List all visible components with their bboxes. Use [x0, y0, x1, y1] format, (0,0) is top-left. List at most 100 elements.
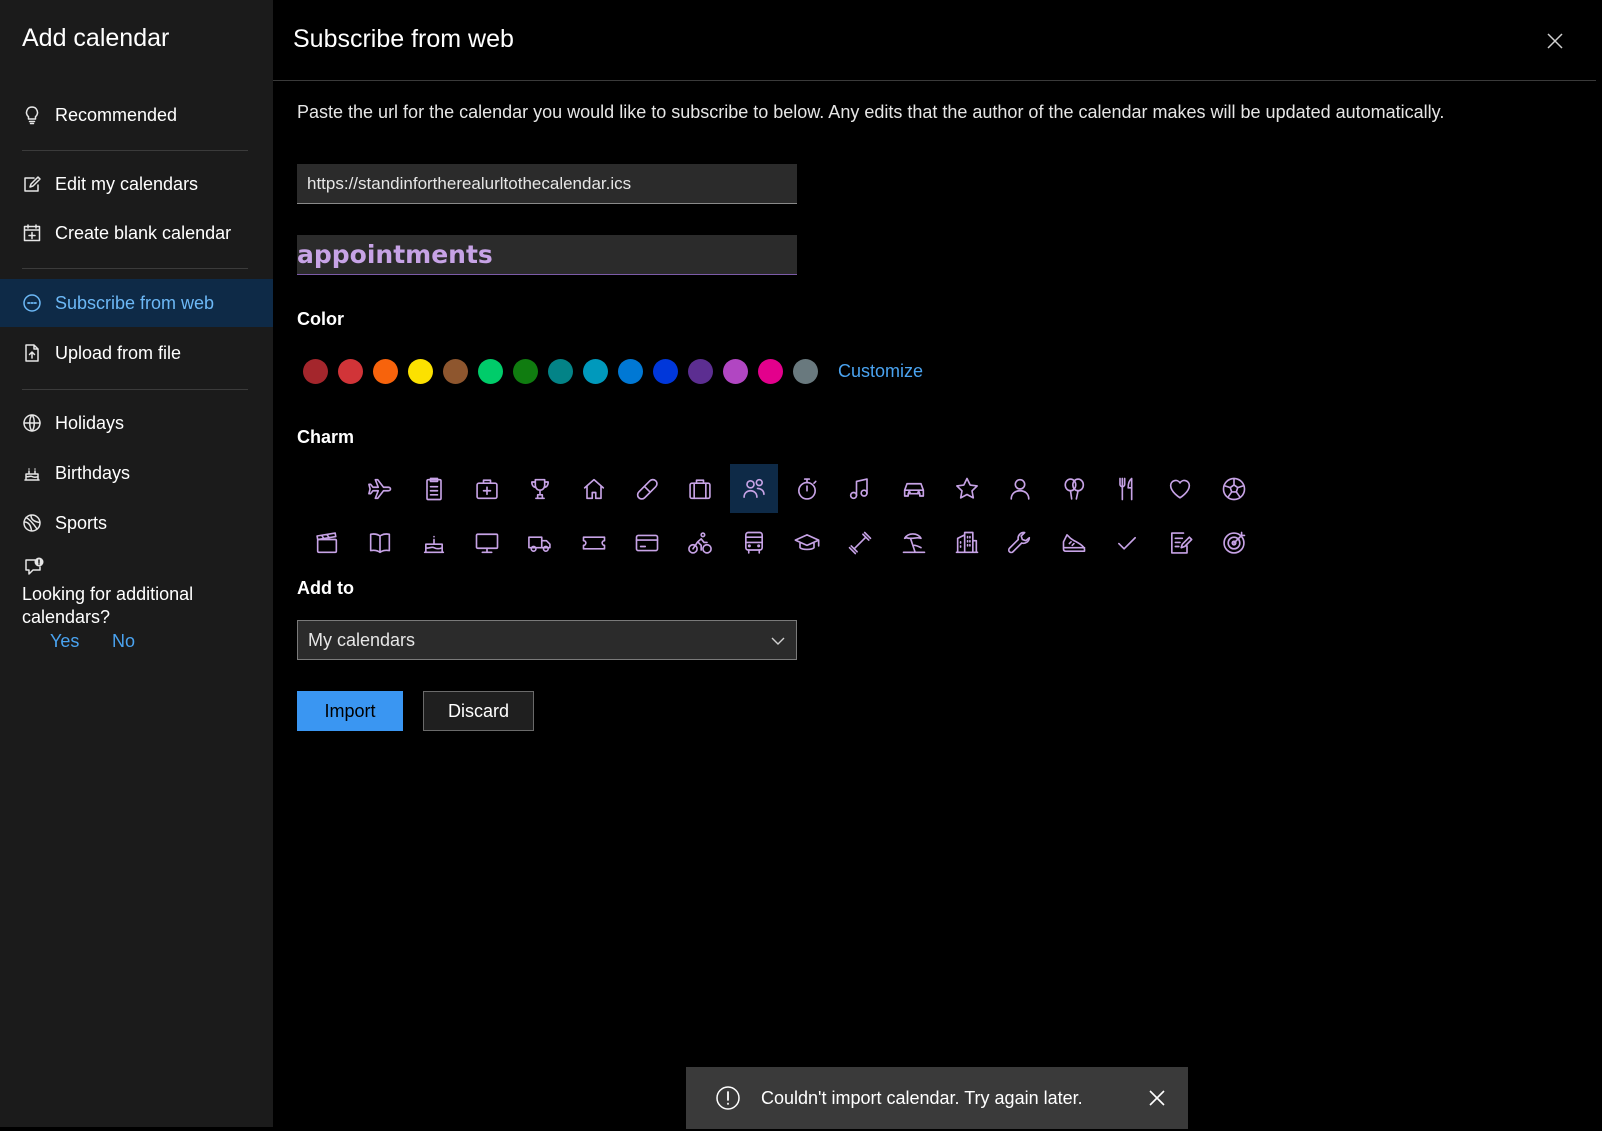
charm-fork-knife[interactable] [1103, 464, 1151, 513]
web-icon [22, 293, 42, 313]
charm-birthday-cake[interactable] [410, 518, 458, 567]
close-dialog-button[interactable] [1544, 30, 1566, 52]
sidebar-item-label: Recommended [55, 104, 178, 125]
charm-music-note[interactable] [836, 464, 884, 513]
add-to-dropdown[interactable]: My calendars [297, 620, 797, 660]
feedback-no-link[interactable]: No [112, 631, 135, 652]
toast-message: Couldn't import calendar. Try again late… [761, 1087, 1083, 1108]
charm-book[interactable] [356, 518, 404, 567]
building-icon [955, 531, 979, 553]
charm-soccer-ball[interactable] [1210, 464, 1258, 513]
charm-star[interactable] [943, 464, 991, 513]
airplane-icon [368, 478, 392, 499]
sports-ball-icon [22, 513, 42, 533]
alert-icon [716, 1086, 740, 1110]
beach-icon [902, 532, 926, 553]
sidebar-item-birthdays[interactable]: Birthdays [0, 449, 273, 497]
customize-color-link[interactable]: Customize [838, 361, 923, 382]
color-swatch[interactable] [793, 359, 818, 384]
charm-clipboard[interactable] [410, 464, 458, 513]
feedback-question: Looking for additional calendars? [22, 584, 194, 627]
sidebar-item-subscribe-from-web[interactable]: Subscribe from web [0, 279, 273, 327]
person-icon [1010, 478, 1030, 500]
color-swatch[interactable] [653, 359, 678, 384]
charm-heart[interactable] [1156, 464, 1204, 513]
sidebar-item-label: Upload from file [55, 342, 182, 363]
charm-person[interactable] [996, 464, 1044, 513]
charm-balloons[interactable] [1050, 464, 1098, 513]
add-to-selected-value: My calendars [308, 629, 416, 650]
charm-sneaker[interactable] [1050, 518, 1098, 567]
charm-beach[interactable] [890, 518, 938, 567]
charm-truck[interactable] [516, 518, 564, 567]
color-swatch[interactable] [688, 359, 713, 384]
sidebar-item-create-blank-calendar[interactable]: Create blank calendar [0, 209, 273, 257]
charm-picker [303, 464, 1263, 572]
charm-checkmark[interactable] [1103, 518, 1151, 567]
subscribe-panel: Subscribe from web Paste the url for the… [273, 0, 1596, 1127]
charm-none[interactable] [303, 464, 351, 513]
heart-icon [1170, 479, 1191, 499]
sidebar-item-label: Holidays [55, 412, 125, 433]
charm-document-edit[interactable] [1156, 518, 1204, 567]
charm-label: Charm [297, 427, 355, 447]
color-swatch[interactable] [583, 359, 608, 384]
file-upload-icon [22, 343, 42, 363]
charm-briefcase[interactable] [676, 464, 724, 513]
color-swatch[interactable] [723, 359, 748, 384]
charm-building[interactable] [943, 518, 991, 567]
color-swatch[interactable] [618, 359, 643, 384]
sidebar-item-holidays[interactable]: Holidays [0, 399, 273, 447]
charm-credit-card[interactable] [623, 518, 671, 567]
color-swatch[interactable] [513, 359, 538, 384]
charm-graduation-cap[interactable] [783, 518, 831, 567]
charm-dumbbell[interactable] [836, 518, 884, 567]
color-swatch[interactable] [758, 359, 783, 384]
charm-bandage[interactable] [623, 464, 671, 513]
color-swatch[interactable] [478, 359, 503, 384]
dismiss-toast-button[interactable] [1146, 1087, 1168, 1109]
charm-car[interactable] [890, 464, 938, 513]
charm-people[interactable] [729, 464, 778, 513]
color-swatch[interactable] [408, 359, 433, 384]
color-swatch[interactable] [373, 359, 398, 384]
sidebar-item-edit-my-calendars[interactable]: Edit my calendars [0, 160, 273, 208]
globe-icon [22, 413, 42, 433]
sidebar-divider [22, 150, 248, 151]
color-swatch[interactable] [303, 359, 328, 384]
import-button[interactable]: Import [297, 691, 403, 731]
fork-knife-icon [1119, 477, 1133, 500]
calendar-url-input[interactable] [297, 164, 797, 204]
charm-target[interactable] [1210, 518, 1258, 567]
charm-home[interactable] [570, 464, 618, 513]
film-clapper-icon [316, 531, 338, 553]
color-swatch[interactable] [338, 359, 363, 384]
color-swatch[interactable] [443, 359, 468, 384]
charm-ticket[interactable] [570, 518, 618, 567]
charm-cyclist[interactable] [676, 518, 724, 567]
color-swatch[interactable] [548, 359, 573, 384]
sidebar-item-label: Sports [55, 512, 108, 533]
discard-button[interactable]: Discard [423, 691, 534, 731]
charm-stopwatch[interactable] [783, 464, 831, 513]
panel-title: Subscribe from web [293, 25, 514, 53]
sidebar-item-sports[interactable]: Sports [0, 499, 273, 547]
charm-bus[interactable] [730, 518, 778, 567]
charm-film-clapper[interactable] [303, 518, 351, 567]
charm-wrench[interactable] [996, 518, 1044, 567]
sidebar-item-upload-from-file[interactable]: Upload from file [0, 329, 273, 377]
charm-airplane[interactable] [356, 464, 404, 513]
graduation-cap-icon [794, 533, 820, 550]
sidebar-item-label: Subscribe from web [55, 292, 215, 313]
sidebar-item-recommended[interactable]: Recommended [0, 91, 273, 139]
charm-medical-kit[interactable] [463, 464, 511, 513]
description-text: Paste the url for the calendar you would… [297, 102, 1445, 122]
sidebar-item-label: Edit my calendars [55, 173, 199, 194]
charm-trophy[interactable] [516, 464, 564, 513]
charm-monitor[interactable] [463, 518, 511, 567]
music-note-icon [850, 477, 869, 499]
balloons-icon [1064, 477, 1084, 500]
feedback-yes-link[interactable]: Yes [50, 631, 79, 652]
calendar-name-input[interactable] [297, 235, 797, 275]
stopwatch-icon [798, 477, 817, 500]
